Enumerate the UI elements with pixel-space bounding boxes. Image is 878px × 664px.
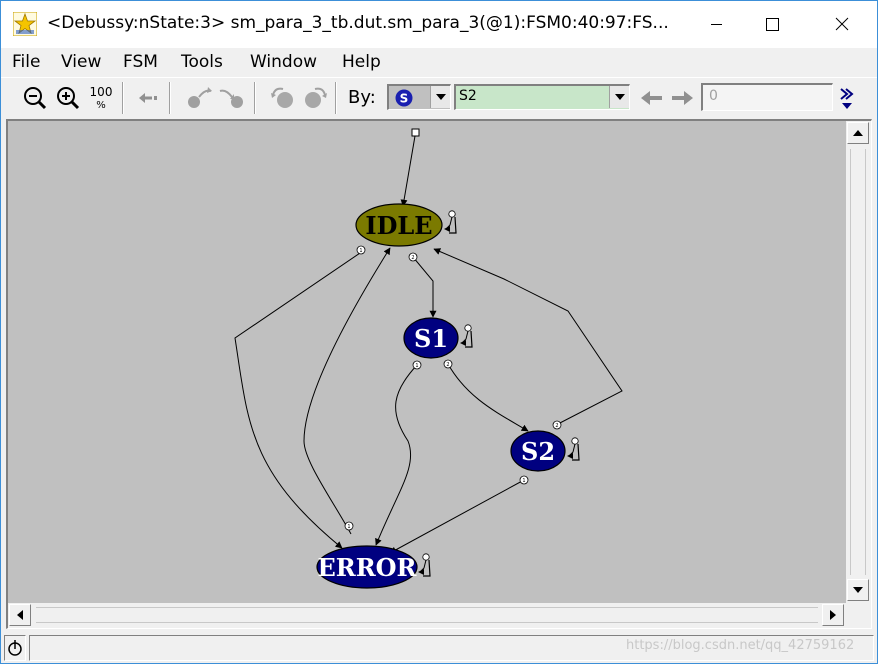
svg-text:S1: S1 bbox=[414, 324, 448, 353]
menu-view[interactable]: View bbox=[61, 52, 101, 72]
reset-marker bbox=[411, 128, 420, 137]
watermark: https://blog.csdn.net/qq_42759162 bbox=[626, 638, 855, 653]
menu-tools[interactable]: Tools bbox=[181, 52, 223, 72]
vertical-scroll-track[interactable] bbox=[850, 149, 866, 575]
prev-transition-icon[interactable] bbox=[185, 83, 213, 113]
state-node-idle[interactable]: IDLE bbox=[355, 203, 457, 247]
minimize-icon[interactable] bbox=[693, 1, 739, 48]
menu-help[interactable]: Help bbox=[342, 52, 381, 72]
toolbar-overflow-icon[interactable] bbox=[835, 83, 863, 113]
reset-edge bbox=[400, 135, 416, 207]
triangle-left-icon bbox=[17, 610, 23, 620]
svg-text:S: S bbox=[400, 92, 409, 106]
fsm-window: <Debussy:nState:3> sm_para_3_tb.dut.sm_p… bbox=[0, 0, 878, 664]
svg-text:%: % bbox=[96, 100, 106, 111]
horizontal-scroll-track[interactable] bbox=[36, 607, 818, 623]
state-node-error[interactable]: ERROR bbox=[316, 545, 431, 589]
fsm-diagram: 1 2 1 2 1 2 1 IDLE S1 S2 ERROR bbox=[234, 128, 623, 589]
close-icon[interactable] bbox=[819, 1, 865, 48]
toolbar-separator bbox=[122, 82, 124, 114]
next-transition-icon[interactable] bbox=[218, 83, 246, 113]
signal-s-icon: S bbox=[395, 89, 413, 107]
toolbar-separator bbox=[335, 82, 337, 114]
dropdown-arrow[interactable] bbox=[609, 86, 629, 108]
toolbar-separator bbox=[254, 82, 256, 114]
by-type-select[interactable]: S bbox=[387, 84, 451, 110]
vertical-scrollbar[interactable] bbox=[846, 121, 870, 603]
edge-marker[interactable]: 1 bbox=[356, 245, 366, 255]
back-dashed-arrow-icon[interactable] bbox=[135, 83, 163, 113]
edge-marker[interactable]: 2 bbox=[443, 359, 453, 369]
arrow-right-icon[interactable] bbox=[668, 83, 696, 113]
edge-marker[interactable]: 1 bbox=[412, 360, 422, 370]
state-node-s1[interactable]: S1 bbox=[403, 317, 473, 359]
power-clock-icon bbox=[8, 640, 22, 656]
state-select-value: S2 bbox=[459, 88, 477, 104]
edge-marker[interactable]: 2 bbox=[552, 420, 562, 430]
toolbar-separator bbox=[169, 82, 171, 114]
svg-text:1: 1 bbox=[415, 363, 418, 369]
zoom-100-icon[interactable]: 100 % bbox=[87, 83, 115, 113]
edge-error-idle bbox=[303, 247, 391, 535]
menu-file[interactable]: File bbox=[12, 52, 40, 72]
prev-state-icon[interactable] bbox=[269, 83, 297, 113]
scroll-up-button[interactable] bbox=[847, 122, 869, 144]
fsm-canvas[interactable]: 1 2 1 2 1 2 1 IDLE S1 S2 ERROR bbox=[8, 121, 846, 603]
menu-fsm[interactable]: FSM bbox=[123, 52, 158, 72]
state-select[interactable]: S2 bbox=[454, 84, 630, 110]
horizontal-scrollbar[interactable] bbox=[8, 603, 846, 627]
edge-marker[interactable]: 2 bbox=[408, 252, 418, 262]
triangle-right-icon bbox=[830, 610, 836, 620]
window-title: <Debussy:nState:3> sm_para_3_tb.dut.sm_p… bbox=[47, 13, 669, 33]
scroll-corner bbox=[846, 603, 870, 627]
scroll-right-button[interactable] bbox=[822, 604, 844, 626]
state-node-s2[interactable]: S2 bbox=[510, 430, 580, 472]
svg-text:100: 100 bbox=[90, 85, 113, 99]
svg-text:S2: S2 bbox=[521, 437, 555, 466]
svg-text:ERROR: ERROR bbox=[317, 553, 417, 582]
scroll-left-button[interactable] bbox=[9, 604, 31, 626]
menu-bar: File View FSM Tools Window Help bbox=[1, 49, 877, 76]
zoom-in-icon[interactable] bbox=[54, 83, 82, 113]
title-bar[interactable]: <Debussy:nState:3> sm_para_3_tb.dut.sm_p… bbox=[1, 1, 877, 48]
svg-text:2: 2 bbox=[411, 255, 414, 261]
svg-text:1: 1 bbox=[522, 478, 525, 484]
edge-marker[interactable]: 1 bbox=[519, 475, 529, 485]
chevron-down-icon bbox=[436, 94, 446, 100]
number-input[interactable]: 0 bbox=[701, 83, 833, 111]
chevron-down-icon bbox=[615, 94, 625, 100]
dropdown-arrow[interactable] bbox=[430, 86, 450, 108]
arrow-left-icon[interactable] bbox=[638, 83, 666, 113]
status-indicator[interactable] bbox=[4, 635, 26, 661]
edge-s2-error bbox=[389, 479, 525, 554]
next-state-icon[interactable] bbox=[301, 83, 329, 113]
edge-s1-error bbox=[375, 364, 418, 546]
edge-s2-idle bbox=[433, 248, 623, 426]
svg-text:1: 1 bbox=[359, 248, 362, 254]
triangle-down-icon bbox=[853, 587, 863, 593]
edge-marker[interactable]: 1 bbox=[344, 521, 354, 531]
edge-idle-s1 bbox=[412, 256, 437, 318]
triangle-up-icon bbox=[853, 130, 863, 136]
svg-text:1: 1 bbox=[347, 524, 350, 530]
by-label: By: bbox=[348, 87, 376, 108]
app-star-icon bbox=[13, 12, 37, 36]
menu-window[interactable]: Window bbox=[250, 52, 317, 72]
scroll-down-button[interactable] bbox=[847, 579, 869, 601]
maximize-icon[interactable] bbox=[749, 1, 795, 48]
zoom-out-icon[interactable] bbox=[21, 83, 49, 113]
edge-idle-error-left bbox=[234, 250, 364, 549]
svg-text:IDLE: IDLE bbox=[365, 211, 432, 240]
svg-text:2: 2 bbox=[446, 362, 449, 368]
edge-s1-s2 bbox=[447, 363, 529, 432]
svg-text:2: 2 bbox=[555, 423, 558, 429]
